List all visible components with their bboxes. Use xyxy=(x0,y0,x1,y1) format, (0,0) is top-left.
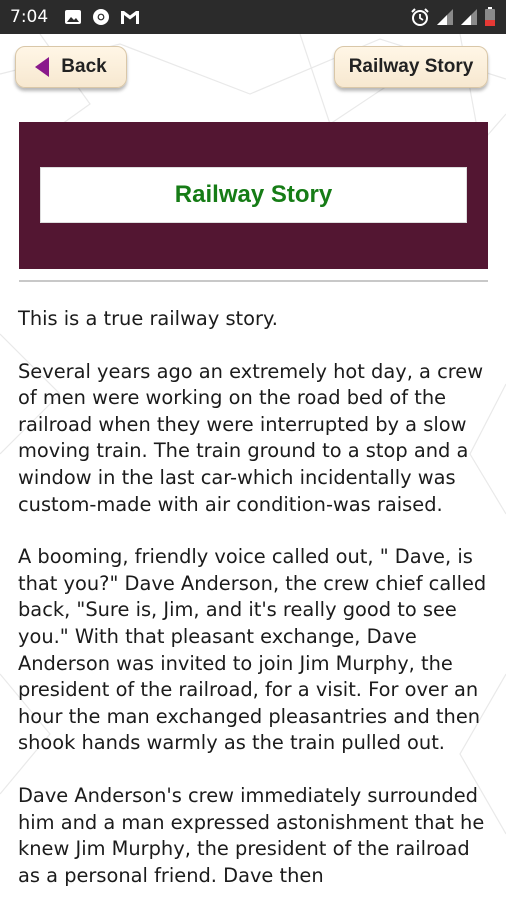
battery-low-icon xyxy=(485,7,495,26)
title-button[interactable]: Railway Story xyxy=(334,46,488,88)
signal-icon xyxy=(437,9,453,25)
back-arrow-icon xyxy=(35,57,50,77)
story-paragraph: Several years ago an extremely hot day, … xyxy=(18,359,484,516)
title-button-label: Railway Story xyxy=(348,56,474,77)
chrome-icon xyxy=(93,9,109,25)
story-paragraph: Dave Anderson's crew immediately surroun… xyxy=(18,783,485,887)
top-toolbar: Back Railway Story xyxy=(0,34,506,104)
signal-icon xyxy=(461,9,477,25)
status-bar: 7:04 xyxy=(0,0,506,34)
banner-title: Railway Story xyxy=(174,181,333,208)
alarm-icon xyxy=(411,8,429,26)
story-banner: Railway Story xyxy=(19,122,488,269)
gmail-icon xyxy=(121,11,139,24)
divider xyxy=(19,280,488,282)
back-button-label: Back xyxy=(61,56,107,77)
banner-title-box: Railway Story xyxy=(40,167,467,223)
back-button[interactable]: Back xyxy=(15,46,127,88)
story-content: This is a true railway story. Several ye… xyxy=(18,306,490,915)
story-paragraph: This is a true railway story. xyxy=(18,307,278,330)
image-icon xyxy=(65,10,81,24)
story-paragraph: A booming, friendly voice called out, " … xyxy=(18,545,487,755)
status-time: 7:04 xyxy=(10,7,49,27)
